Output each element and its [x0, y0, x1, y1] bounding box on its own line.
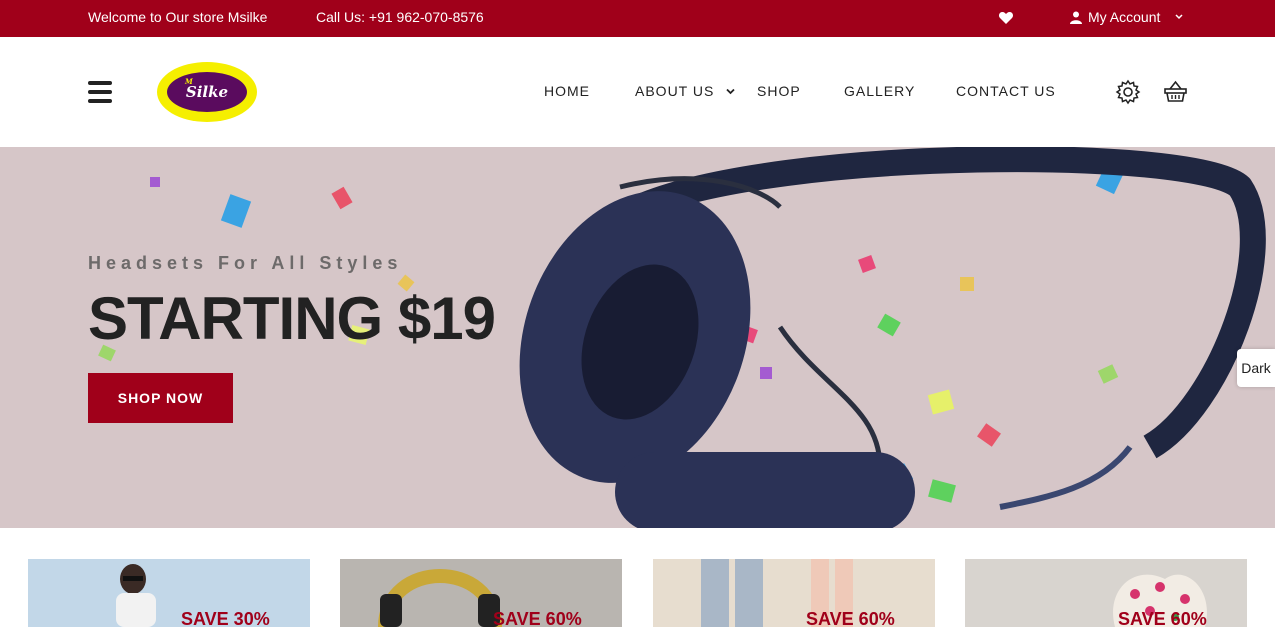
shopping-basket-icon[interactable]: [1163, 79, 1188, 104]
promo-card[interactable]: SAVE 60%: [340, 559, 622, 627]
hero-tagline: Headsets For All Styles: [88, 253, 403, 273]
main-header: M Silke HOME ABOUT US SHOP GALLERY CONTAC…: [0, 37, 1275, 147]
promo-card[interactable]: SAVE 60%: [965, 559, 1247, 627]
promo-label: SAVE 60%: [806, 609, 895, 627]
hero-title: STARTING $19: [88, 285, 496, 352]
my-account-menu[interactable]: My Account: [1070, 9, 1184, 25]
promo-card[interactable]: SAVE 60%: [653, 559, 935, 627]
promo-label: SAVE 30%: [181, 609, 270, 627]
gear-icon[interactable]: [1115, 79, 1141, 105]
nav-about-us[interactable]: ABOUT US: [635, 83, 714, 99]
promo-label: SAVE 60%: [1118, 609, 1207, 627]
phone-text: Call Us: +91 962-070-8576: [316, 9, 484, 25]
chevron-down-icon[interactable]: [725, 86, 736, 97]
heart-icon[interactable]: [998, 10, 1014, 26]
site-logo[interactable]: M Silke: [157, 62, 257, 122]
nav-contact-us[interactable]: CONTACT US: [956, 83, 1056, 99]
nav-shop[interactable]: SHOP: [757, 83, 801, 99]
promo-card[interactable]: SAVE 30%: [28, 559, 310, 627]
shop-now-button[interactable]: SHOP NOW: [88, 373, 233, 423]
nav-gallery[interactable]: GALLERY: [844, 83, 915, 99]
hero-banner: Headsets For All Styles STARTING $19 SHO…: [0, 147, 1275, 528]
promo-label: SAVE 60%: [493, 609, 582, 627]
nav-home[interactable]: HOME: [544, 83, 590, 99]
dark-mode-toggle[interactable]: Dark: [1237, 349, 1275, 387]
user-icon: [1070, 11, 1082, 24]
welcome-text: Welcome to Our store Msilke: [88, 9, 268, 25]
my-account-label: My Account: [1088, 9, 1161, 25]
top-bar: Welcome to Our store Msilke Call Us: +91…: [0, 0, 1275, 37]
hamburger-menu-icon[interactable]: [88, 81, 112, 103]
chevron-down-icon: [1175, 14, 1183, 20]
